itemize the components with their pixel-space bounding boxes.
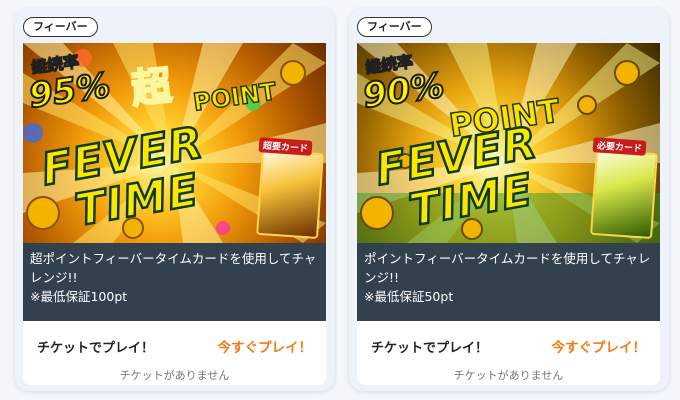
card-description: ポイントフィーバータイムカードを使用してチャレンジ!! ※最低保証50pt	[357, 243, 660, 321]
category-badge: フィーバー	[357, 17, 432, 37]
no-ticket-text: チケットがありません	[119, 369, 230, 382]
ticket-play-label: チケットでプレイ！	[37, 341, 155, 356]
description-text: 超ポイントフィーバータイムカードを使用してチャレンジ!!	[30, 251, 317, 285]
fever-card-super[interactable]: フィーバー 継続率 95% 超 POINT FEVER TIME 超要カード 超…	[15, 8, 335, 391]
category-badge: フィーバー	[23, 17, 98, 37]
banner-super: 超	[128, 62, 175, 114]
description-text: ポイントフィーバータイムカードを使用してチャレンジ!!	[364, 251, 651, 285]
no-ticket-text: チケットがありません	[453, 369, 564, 382]
fever-card-normal[interactable]: フィーバー 継続率 90% POINT FEVER TIME 必要カード ポイン…	[349, 8, 669, 391]
banner-image[interactable]: 継続率 90% POINT FEVER TIME 必要カード	[357, 43, 660, 243]
play-now-button[interactable]: 今すぐプレイ！	[218, 336, 313, 356]
card-action-area: チケットでプレイ！ 今すぐプレイ！ チケットがありません	[357, 321, 660, 385]
ticket-play-label: チケットでプレイ！	[371, 341, 489, 356]
guarantee-text: ※最低保証50pt	[364, 289, 454, 304]
play-now-button[interactable]: 今すぐプレイ！	[552, 336, 647, 356]
banner-image[interactable]: 継続率 95% 超 POINT FEVER TIME 超要カード	[23, 43, 326, 243]
guarantee-text: ※最低保証100pt	[30, 289, 128, 304]
required-card-art	[256, 148, 324, 240]
card-action-area: チケットでプレイ！ 今すぐプレイ！ チケットがありません	[23, 321, 326, 385]
required-card-art	[590, 148, 658, 240]
card-description: 超ポイントフィーバータイムカードを使用してチャレンジ!! ※最低保証100pt	[23, 243, 326, 321]
